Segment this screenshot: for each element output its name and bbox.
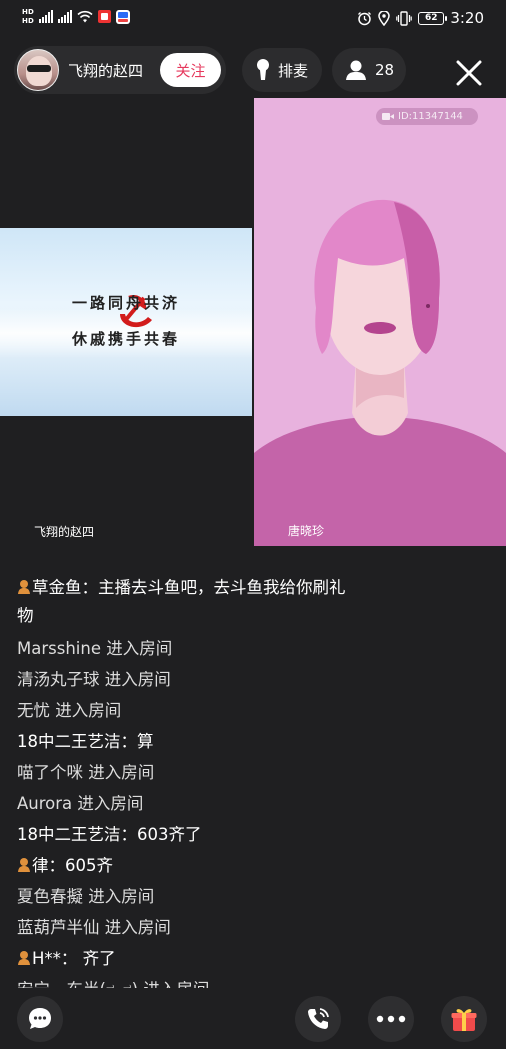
- more-dots-icon: [376, 1015, 406, 1023]
- host-avatar[interactable]: [17, 49, 59, 91]
- status-bar: HD HD 62 3:20: [0, 0, 506, 38]
- chat-text: 605齐: [65, 856, 113, 875]
- chat-message: 草金鱼：主播去斗鱼吧，去斗鱼我给你刷礼物: [17, 574, 357, 630]
- chat-username[interactable]: Aurora: [17, 794, 72, 813]
- phone-call-icon: [308, 1008, 329, 1029]
- mic-queue-button[interactable]: 排麦: [242, 48, 322, 92]
- chat-text: 齐了: [77, 949, 116, 968]
- chat-button[interactable]: [17, 996, 63, 1042]
- chat-username[interactable]: 喵了个咪: [17, 763, 83, 782]
- user-badge-icon: [18, 580, 30, 594]
- chat-text: 进入房间: [138, 980, 209, 988]
- chat-username[interactable]: 无忧: [17, 701, 50, 720]
- chat-username[interactable]: 清汤丸子球: [17, 670, 100, 689]
- default-avatar-illustration: [254, 199, 506, 546]
- chat-text: 进入房间: [99, 918, 171, 937]
- chat-text: 进入房间: [72, 794, 144, 813]
- close-icon: [456, 60, 482, 86]
- signal-icon-1: [39, 10, 54, 23]
- follow-button[interactable]: 关注: [160, 53, 221, 87]
- room-id-tag: ID:11347144: [376, 108, 478, 125]
- host-info[interactable]: 飞翔的赵四 关注: [14, 46, 226, 94]
- chat-message: Marsshine 进入房间: [17, 633, 489, 664]
- hd-label-top: HD: [22, 8, 35, 16]
- viewer-count: 28: [375, 61, 395, 79]
- chat-text: 进入房间: [100, 639, 173, 658]
- guest-video[interactable]: ID:11347144 唐晓珍: [254, 98, 506, 546]
- person-icon: [346, 60, 366, 80]
- chat-username[interactable]: Marsshine: [17, 639, 101, 658]
- chat-bubble-icon: [29, 1008, 51, 1029]
- chat-username[interactable]: 安宁一东半(ಠ_ಠ): [17, 980, 138, 988]
- voice-call-button[interactable]: [295, 996, 341, 1042]
- chat-text: 进入房间: [99, 670, 171, 689]
- alarm-icon: [358, 11, 372, 25]
- chat-text: 进入房间: [83, 887, 155, 906]
- host-video[interactable]: 一路同舟共济 休戚携手共春: [0, 228, 252, 416]
- chat-message: 18中二王艺洁：算: [17, 726, 489, 757]
- app-notification-icon: [98, 10, 112, 23]
- vibrate-icon: [396, 10, 413, 26]
- chat-message: H**： 齐了: [17, 943, 489, 974]
- chat-message: 喵了个咪 进入房间: [17, 757, 489, 788]
- chat-text: 进入房间: [50, 701, 122, 720]
- chat-message: 安宁一东半(ಠ_ಠ) 进入房间: [17, 974, 489, 988]
- bottom-toolbar: [0, 990, 506, 1049]
- chat-username[interactable]: 夏色春擬: [17, 887, 83, 906]
- chat-username[interactable]: 18中二王艺洁：: [17, 732, 137, 751]
- location-icon: [378, 10, 391, 26]
- chat-username[interactable]: 蓝葫芦半仙: [17, 918, 100, 937]
- chat-message: 律：605齐: [17, 850, 489, 881]
- hd-indicator: HD HD: [22, 8, 34, 25]
- gift-button[interactable]: [441, 996, 487, 1042]
- more-button[interactable]: [368, 996, 414, 1042]
- chat-message: 清汤丸子球 进入房间: [17, 664, 489, 695]
- microphone-icon: [257, 59, 269, 80]
- host-name: 飞翔的赵四: [68, 62, 144, 80]
- video-camera-icon: [382, 113, 394, 120]
- chat-username[interactable]: H**：: [32, 949, 77, 968]
- chat-message: 无忧 进入房间: [17, 695, 489, 726]
- video-app-notification-icon: [116, 9, 131, 24]
- user-badge-icon: [18, 858, 30, 872]
- clock: 3:20: [450, 9, 484, 27]
- close-button[interactable]: [450, 54, 488, 92]
- gift-icon: [451, 1009, 477, 1031]
- room-header: 飞翔的赵四 关注 排麦 28: [0, 42, 506, 98]
- chat-feed[interactable]: 草金鱼：主播去斗鱼吧，去斗鱼我给你刷礼物 Marsshine 进入房间 清汤丸子球 …: [17, 574, 489, 988]
- wifi-icon: [77, 10, 93, 23]
- chat-username[interactable]: 律：: [32, 856, 65, 875]
- hd-label-bottom: HD: [22, 17, 35, 25]
- signal-icon-2: [58, 10, 73, 23]
- slogan-line-2: 休戚携手共春: [71, 330, 180, 348]
- chat-text: 进入房间: [83, 763, 155, 782]
- host-video-label: 飞翔的赵四: [34, 525, 95, 539]
- chat-message: 夏色春擬 进入房间: [17, 881, 489, 912]
- viewer-count-button[interactable]: 28: [332, 48, 406, 92]
- battery-icon: 62: [418, 11, 448, 25]
- room-id-text: ID:11347144: [398, 111, 463, 122]
- slogan-line-1: 一路同舟共济: [71, 294, 180, 312]
- user-badge-icon: [18, 951, 30, 965]
- mic-queue-label: 排麦: [278, 61, 309, 80]
- chat-text: 603齐了: [137, 825, 202, 844]
- chat-message: Aurora 进入房间: [17, 788, 489, 819]
- chat-message: 18中二王艺洁：603齐了: [17, 819, 489, 850]
- chat-message: 蓝葫芦半仙 进入房间: [17, 912, 489, 943]
- guest-video-label: 唐晓珍: [288, 524, 325, 538]
- chat-username[interactable]: 18中二王艺洁：: [17, 825, 137, 844]
- chat-username[interactable]: 草金鱼：: [32, 578, 98, 597]
- chat-text: 算: [137, 732, 154, 751]
- battery-level: 62: [425, 12, 438, 23]
